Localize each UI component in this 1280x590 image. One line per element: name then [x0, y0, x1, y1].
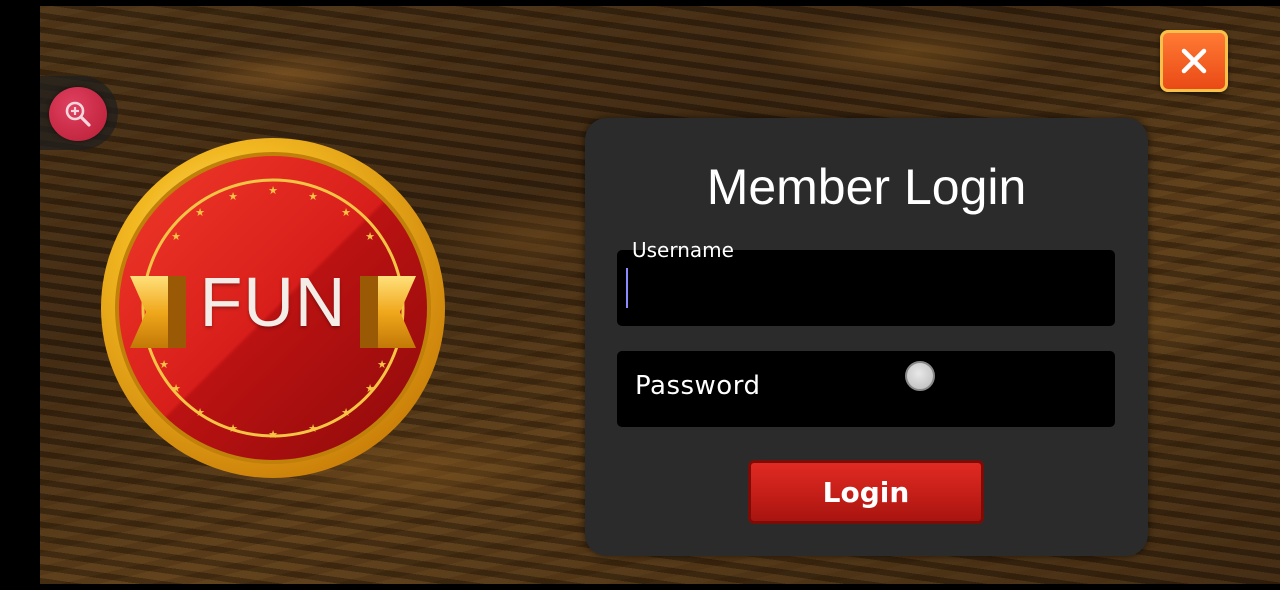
login-panel: Member Login Username Password Login [585, 118, 1148, 556]
game-screen: ★ ★ ★ ★ ★ ★ ★ ★ ★ ★ ★ ★ ★ ★ ★ ★ FUN Memb… [40, 6, 1280, 584]
zoom-button[interactable] [49, 87, 107, 141]
password-input[interactable]: Password [617, 351, 1115, 427]
close-icon [1181, 48, 1207, 74]
username-label: Username [632, 238, 734, 262]
text-cursor [626, 268, 628, 308]
username-input[interactable]: Username [617, 238, 1115, 326]
password-placeholder: Password [635, 371, 761, 401]
close-button[interactable] [1160, 30, 1228, 92]
fun-logo: ★ ★ ★ ★ ★ ★ ★ ★ ★ ★ ★ ★ ★ ★ ★ ★ FUN [98, 136, 448, 480]
touch-indicator [905, 361, 935, 391]
login-button[interactable]: Login [748, 460, 984, 524]
login-title: Member Login [706, 159, 1027, 215]
zoom-in-icon [65, 101, 91, 127]
logo-text: FUN [199, 263, 347, 341]
